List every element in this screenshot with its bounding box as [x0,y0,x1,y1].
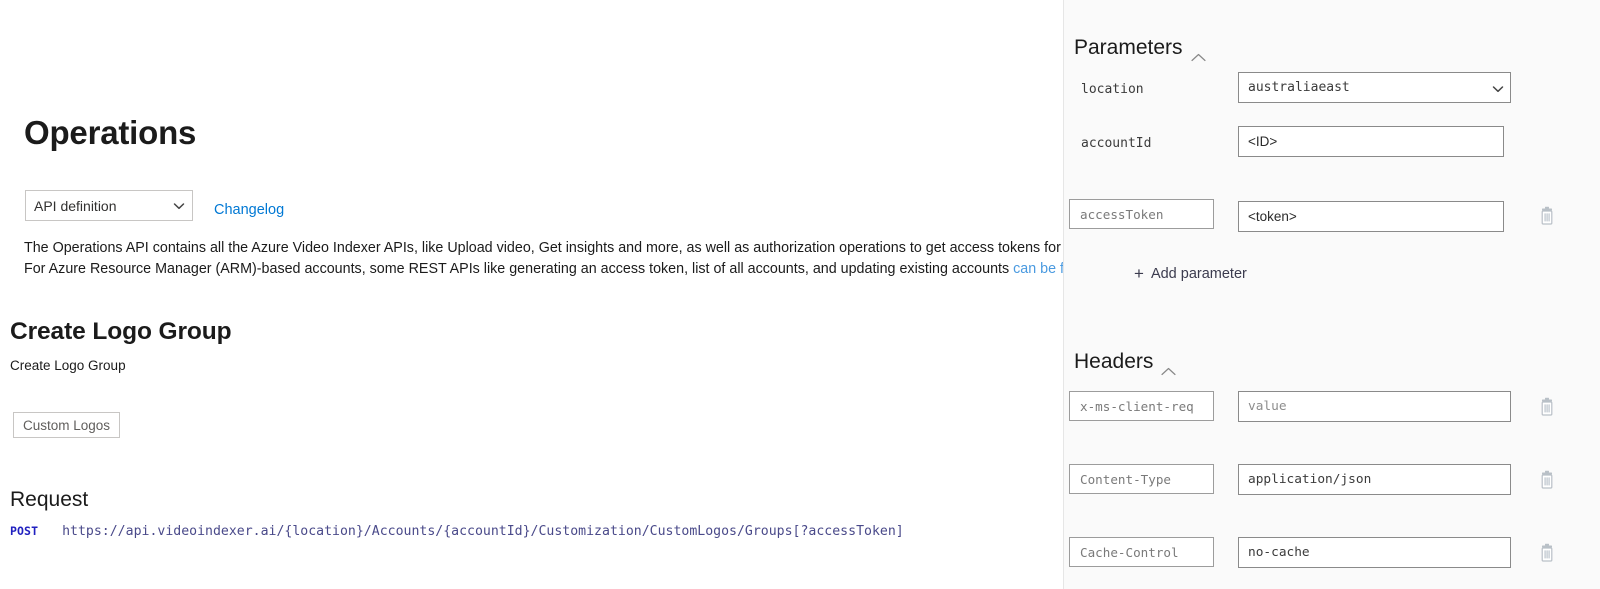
can-be-found-link[interactable]: can be found [1013,261,1063,277]
header-row [1064,537,1600,577]
changelog-link[interactable]: Changelog [214,202,284,218]
header-value-input[interactable] [1238,537,1511,568]
chevron-up-icon[interactable] [1190,44,1206,61]
trash-icon [1537,470,1557,495]
intro-line-1: The Operations API contains all the Azur… [24,240,1063,256]
headers-section-header: Headers [1074,350,1176,375]
parameter-value-input[interactable] [1238,126,1504,157]
request-heading: Request [10,488,89,511]
page-title: Operations [24,114,197,151]
documentation-area: Operations API definition Changelog The … [0,0,1063,589]
header-name-input[interactable] [1069,537,1214,567]
header-value-input[interactable] [1238,464,1511,495]
plus-icon: + [1134,264,1144,283]
request-line: POST https://api.videoindexer.ai/{locatio… [10,524,904,539]
intro-line-2-text: For Azure Resource Manager (ARM)-based a… [24,261,1014,277]
parameters-heading: Parameters [1074,36,1183,59]
header-name-input[interactable] [1069,464,1214,494]
trash-icon [1537,397,1557,422]
intro-line-2: For Azure Resource Manager (ARM)-based a… [24,259,1063,280]
header-name-input[interactable] [1069,391,1214,421]
header-row [1064,391,1600,431]
delete-header-button[interactable] [1537,470,1557,492]
parameter-row: accountId [1064,126,1600,166]
parameter-row: location australiaeast [1064,72,1600,112]
add-parameter-button[interactable]: + Add parameter [1134,265,1247,282]
add-parameter-label: Add parameter [1150,265,1247,282]
delete-parameter-button[interactable] [1537,206,1557,228]
delete-header-button[interactable] [1537,397,1557,419]
headers-heading: Headers [1074,350,1154,373]
page-root: Operations API definition Changelog The … [0,0,1600,589]
request-url: https://api.videoindexer.ai/{location}/A… [62,524,904,539]
parameter-value-input[interactable] [1238,201,1504,232]
operation-description: Create Logo Group [10,358,126,373]
header-row [1064,464,1600,504]
api-definition-select[interactable]: API definition [25,190,193,221]
custom-logos-tag-button[interactable]: Custom Logos [13,412,121,438]
http-method-label: POST [10,524,39,538]
trash-icon [1537,543,1557,568]
header-value-input[interactable] [1238,391,1511,422]
parameters-section-header: Parameters [1074,36,1206,61]
intro-text: The Operations API contains all the Azur… [24,238,1063,280]
delete-header-button[interactable] [1537,543,1557,565]
parameter-value-select[interactable]: australiaeast [1238,72,1511,103]
request-builder-panel: Parameters location australiaeast accoun… [1063,0,1600,589]
chevron-up-icon[interactable] [1161,358,1176,375]
parameter-name-label: location [1081,82,1144,97]
operation-title: Create Logo Group [10,318,232,345]
parameter-name-input[interactable] [1069,199,1214,229]
parameter-row [1064,198,1600,238]
parameter-name-label: accountId [1081,136,1152,151]
trash-icon [1537,206,1557,231]
